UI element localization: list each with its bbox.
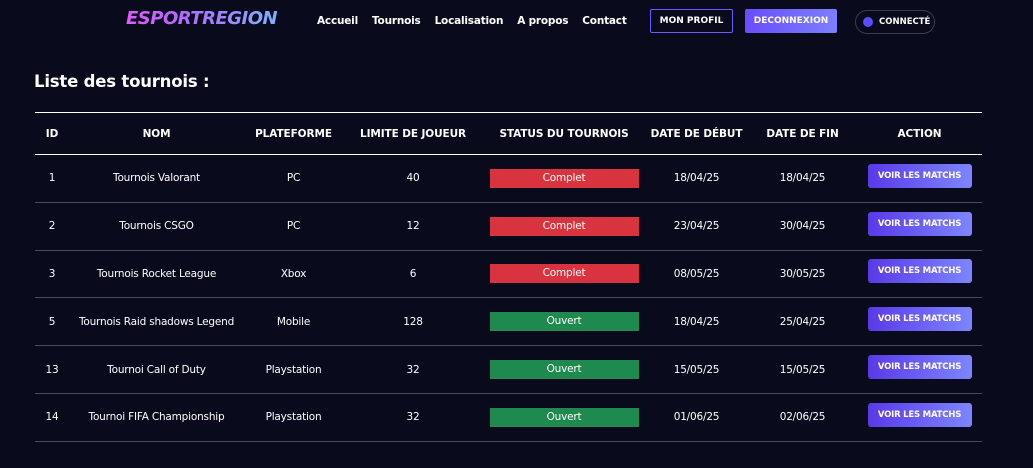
cell-id: 1 <box>35 154 69 203</box>
table-row: 14 Tournoi FIFA Championship Playstation 32… <box>35 393 982 442</box>
navbar: ESPORTREGION Accueil Tournois Localisati… <box>0 0 1033 44</box>
connection-status: CONNECTÉ <box>855 10 935 34</box>
cell-plateforme: PC <box>244 202 343 251</box>
status-badge: Ouvert <box>489 407 639 427</box>
status-badge: Ouvert <box>489 312 639 332</box>
table-row: 1 Tournois Valorant PC 40 Complet 18/04/25 18/… <box>35 154 982 203</box>
header-action: ACTION <box>857 112 982 155</box>
cell-date-debut: 18/04/25 <box>645 297 748 347</box>
nav-link-localisation[interactable]: Localisation <box>435 15 504 27</box>
cell-id: 3 <box>35 250 69 299</box>
cell-date-debut: 01/06/25 <box>645 393 748 442</box>
view-matches-button[interactable]: VOIR LES MATCHS <box>867 211 972 236</box>
header-id: ID <box>35 112 69 155</box>
cell-nom: Tournois Valorant <box>69 154 244 203</box>
cell-limite: 12 <box>343 202 483 251</box>
logout-button[interactable]: DECONNEXION <box>745 9 837 33</box>
cell-status: Ouvert <box>483 393 645 442</box>
cell-nom: Tournois Rocket League <box>69 250 244 299</box>
page-title: Liste des tournois : <box>34 72 210 91</box>
cell-nom: Tournois Raid shadows Legend <box>69 297 244 347</box>
cell-action: VOIR LES MATCHS <box>857 154 982 203</box>
cell-date-fin: 30/05/25 <box>748 250 857 299</box>
cell-id: 14 <box>35 393 69 442</box>
status-badge: Complet <box>489 216 639 236</box>
cell-id: 2 <box>35 202 69 251</box>
cell-date-fin: 30/04/25 <box>748 202 857 251</box>
cell-nom: Tournois CSGO <box>69 202 244 251</box>
view-matches-button[interactable]: VOIR LES MATCHS <box>867 355 972 380</box>
cell-limite: 32 <box>343 345 483 394</box>
cell-plateforme: PC <box>244 154 343 203</box>
cell-nom: Tournoi FIFA Championship <box>69 393 244 442</box>
cell-plateforme: Playstation <box>244 393 343 442</box>
view-matches-button[interactable]: VOIR LES MATCHS <box>867 259 972 284</box>
cell-action: VOIR LES MATCHS <box>857 297 982 347</box>
nav-link-tournois[interactable]: Tournois <box>372 15 421 27</box>
cell-date-fin: 02/06/25 <box>748 393 857 442</box>
status-dot-icon <box>863 17 873 27</box>
cell-date-debut: 15/05/25 <box>645 345 748 394</box>
status-badge: Complet <box>489 264 639 284</box>
status-badge: Complet <box>489 168 639 188</box>
cell-status: Ouvert <box>483 345 645 394</box>
nav-link-apropos[interactable]: A propos <box>517 15 568 27</box>
header-plateforme: PLATEFORME <box>244 112 343 155</box>
cell-status: Ouvert <box>483 297 645 347</box>
my-profile-button[interactable]: MON PROFIL <box>650 9 733 33</box>
view-matches-button[interactable]: VOIR LES MATCHS <box>867 307 972 332</box>
cell-action: VOIR LES MATCHS <box>857 202 982 251</box>
view-matches-button[interactable]: VOIR LES MATCHS <box>867 402 972 427</box>
table-row: 3 Tournois Rocket League Xbox 6 Complet 08/05… <box>35 250 982 299</box>
header-limite: LIMITE DE JOUEUR <box>343 112 483 155</box>
table-row: 5 Tournois Raid shadows Legend Mobile 128 Ou… <box>35 297 982 347</box>
cell-date-debut: 08/05/25 <box>645 250 748 299</box>
status-badge: Ouvert <box>489 360 639 380</box>
cell-action: VOIR LES MATCHS <box>857 393 982 442</box>
header-date-fin: DATE DE FIN <box>748 112 857 155</box>
cell-plateforme: Playstation <box>244 345 343 394</box>
cell-action: VOIR LES MATCHS <box>857 345 982 394</box>
table-row: 13 Tournoi Call of Duty Playstation 32 Ouver… <box>35 345 982 394</box>
cell-date-fin: 18/04/25 <box>748 154 857 203</box>
cell-action: VOIR LES MATCHS <box>857 250 982 299</box>
cell-status: Complet <box>483 250 645 299</box>
table-row: 2 Tournois CSGO PC 12 Complet 23/04/25 30/04/2… <box>35 202 982 251</box>
cell-limite: 128 <box>343 297 483 347</box>
cell-date-fin: 25/04/25 <box>748 297 857 347</box>
cell-limite: 6 <box>343 250 483 299</box>
cell-date-debut: 23/04/25 <box>645 202 748 251</box>
brand-logo[interactable]: ESPORTREGION <box>126 8 278 29</box>
cell-plateforme: Xbox <box>244 250 343 299</box>
header-nom: NOM <box>69 112 244 155</box>
connection-status-label: CONNECTÉ <box>879 17 931 27</box>
cell-limite: 40 <box>343 154 483 203</box>
cell-id: 5 <box>35 297 69 347</box>
nav-link-contact[interactable]: Contact <box>582 15 627 27</box>
tournaments-table: ID NOM PLATEFORME LIMITE DE JOUEUR STATU… <box>35 112 982 442</box>
cell-status: Complet <box>483 154 645 203</box>
table-header-row: ID NOM PLATEFORME LIMITE DE JOUEUR STATU… <box>35 112 982 155</box>
cell-status: Complet <box>483 202 645 251</box>
header-status: STATUS DU TOURNOIS <box>483 112 645 155</box>
cell-id: 13 <box>35 345 69 394</box>
cell-date-debut: 18/04/25 <box>645 154 748 203</box>
cell-limite: 32 <box>343 393 483 442</box>
cell-date-fin: 15/05/25 <box>748 345 857 394</box>
view-matches-button[interactable]: VOIR LES MATCHS <box>867 163 972 188</box>
cell-nom: Tournoi Call of Duty <box>69 345 244 394</box>
nav-links: Accueil Tournois Localisation A propos C… <box>317 15 641 27</box>
nav-link-accueil[interactable]: Accueil <box>317 15 358 27</box>
header-date-debut: DATE DE DÉBUT <box>645 112 748 155</box>
cell-plateforme: Mobile <box>244 297 343 347</box>
